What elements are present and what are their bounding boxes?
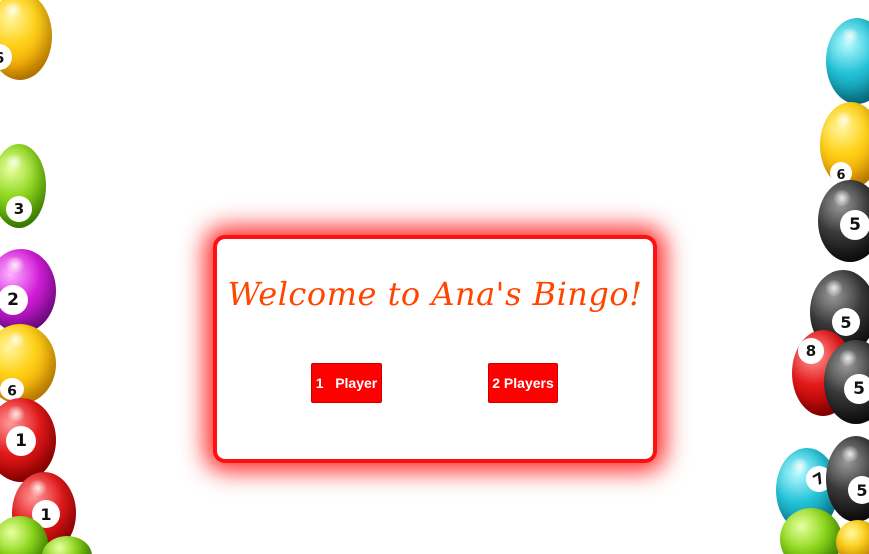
bingo-ball-black: 5 — [818, 180, 869, 262]
ball-number: 1 — [6, 426, 36, 456]
one-player-button[interactable]: 1 Player — [311, 363, 382, 403]
ball-number: 9 — [0, 378, 24, 400]
bingo-ball-red: 1 — [0, 398, 56, 482]
bingo-ball-yellow: 9 — [0, 0, 52, 80]
ball-number: 5 — [844, 374, 869, 404]
ball-number: 5 — [840, 210, 869, 240]
bingo-ball-yellow: 9 — [0, 324, 56, 404]
game-stage: 9 3 2 9 1 1 9 5 5 8 — [0, 0, 869, 554]
ball-number: 8 — [798, 338, 824, 364]
bingo-ball-green: 3 — [0, 144, 46, 228]
bingo-ball-purple: 2 — [0, 249, 56, 333]
ball-number: 5 — [832, 308, 860, 336]
bingo-ball-yellow: 9 — [820, 102, 869, 188]
ball-number: 3 — [6, 196, 32, 222]
two-players-button[interactable]: 2 Players — [488, 363, 558, 403]
welcome-title: Welcome to Ana's Bingo! — [227, 275, 643, 313]
ball-number: 5 — [848, 476, 869, 504]
ball-number: 9 — [0, 44, 12, 70]
ball-number: 2 — [0, 285, 28, 315]
welcome-dialog: Welcome to Ana's Bingo! 1 Player 2 Playe… — [217, 239, 653, 459]
bingo-ball-cyan — [826, 18, 869, 104]
bingo-ball-yellow — [836, 520, 869, 554]
